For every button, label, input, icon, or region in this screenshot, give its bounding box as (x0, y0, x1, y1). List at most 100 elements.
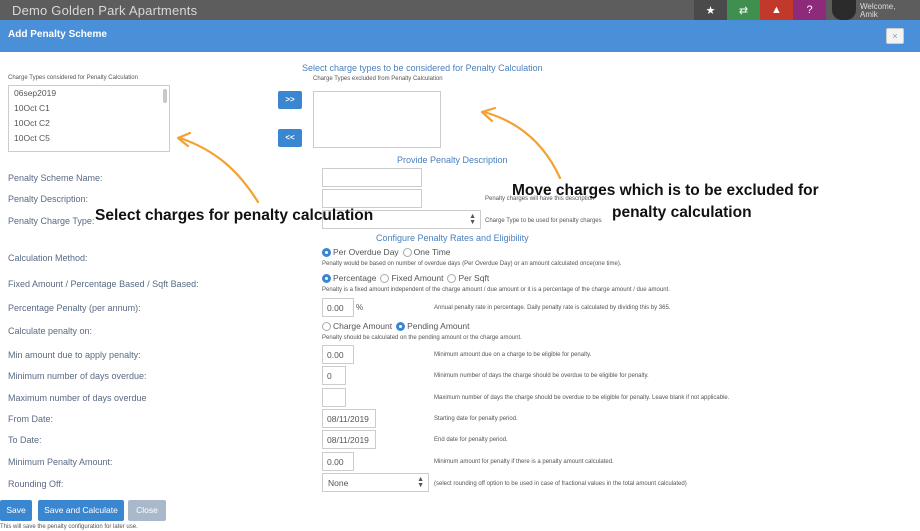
favorites-button[interactable]: ★ (694, 0, 727, 20)
considered-charges-list[interactable]: 06sep2019 10Oct C1 10Oct C2 10Oct C5 (8, 85, 170, 152)
radio-label: Fixed Amount (391, 273, 444, 283)
calc-on-help: Penalty should be calculated on the pend… (322, 335, 522, 341)
rounding-selected-value: None (328, 478, 349, 488)
save-and-calculate-button[interactable]: Save and Calculate (38, 500, 124, 521)
radio-label: Charge Amount (333, 321, 393, 331)
list-item[interactable]: 10Oct C1 (9, 101, 169, 116)
radio-pending-amount[interactable]: Pending Amount (396, 321, 469, 331)
charge-type-label: Penalty Charge Type: (8, 216, 95, 226)
percentage-penalty-label: Percentage Penalty (per annum): (8, 303, 141, 313)
from-date-input[interactable]: 08/11/2019 (322, 409, 376, 428)
charge-section-heading: Select charge types to be considered for… (302, 63, 543, 73)
radio-label: Percentage (333, 273, 377, 283)
right-arrowhead (480, 106, 497, 123)
select-arrows-icon: ▲ ▼ (469, 213, 476, 226)
close-button[interactable]: Close (128, 500, 166, 521)
radio-fixed-amount[interactable]: Fixed Amount (380, 273, 443, 283)
top-app-bar: Demo Golden Park Apartments ★ ⇄ ▲ ? Welc… (0, 0, 920, 20)
save-button[interactable]: Save (0, 500, 32, 521)
left-arrowhead (176, 131, 192, 148)
min-amount-label: Min amount due to apply penalty: (8, 350, 141, 360)
right-annotation-arrow (482, 110, 562, 180)
radio-one-time[interactable]: One Time (402, 247, 451, 257)
star-icon: ★ (705, 4, 716, 17)
percentage-penalty-input[interactable]: 0.00 (322, 298, 354, 317)
excluded-charges-list[interactable] (313, 91, 441, 148)
max-days-input[interactable] (322, 388, 346, 407)
min-amount-input[interactable]: 0.00 (322, 345, 354, 364)
radio-unchecked-icon (447, 273, 457, 283)
help-icon: ? (806, 4, 813, 16)
rounding-help: (select rounding off option to be used i… (434, 481, 687, 487)
rounding-label: Rounding Off: (8, 479, 64, 489)
to-date-label: To Date: (8, 435, 42, 445)
to-date-input[interactable]: 08/11/2019 (322, 430, 376, 449)
to-date-help: End date for penalty period. (434, 437, 508, 443)
radio-label: One Time (413, 247, 451, 257)
switch-button[interactable]: ⇄ (727, 0, 760, 20)
footer-note: This will save the penalty configuration… (0, 524, 138, 530)
app-title: Demo Golden Park Apartments (12, 3, 198, 18)
calc-on-label: Calculate penalty on: (8, 326, 93, 336)
excluded-list-label: Charge Types excluded from Penalty Calcu… (313, 76, 443, 82)
list-item[interactable]: 10Oct C2 (9, 116, 169, 131)
notifications-button[interactable]: ▲ (760, 0, 793, 20)
max-days-label: Maximum number of days overdue (8, 393, 147, 403)
radio-percentage[interactable]: Percentage (322, 273, 376, 283)
list-scrollbar[interactable] (163, 89, 167, 103)
from-date-label: From Date: (8, 414, 54, 424)
list-item[interactable]: 06sep2019 (9, 86, 169, 101)
shuffle-icon: ⇄ (738, 4, 749, 17)
calc-on-radio-group: Charge Amount Pending Amount (322, 321, 473, 331)
fixed-based-label: Fixed Amount / Percentage Based / Sqft B… (8, 279, 199, 289)
radio-unchecked-icon (380, 273, 390, 283)
description-section-heading: Provide Penalty Description (397, 155, 508, 165)
percentage-penalty-help: Annual penalty rate in percentage. Daily… (434, 305, 671, 311)
fixed-based-help: Penalty is a fixed amount independent of… (322, 287, 670, 293)
description-input[interactable] (322, 189, 422, 208)
welcome-text[interactable]: Welcome, Amik (860, 3, 895, 19)
min-penalty-label: Minimum Penalty Amount: (8, 457, 113, 467)
min-amount-help: Minimum amount due on a charge to be eli… (434, 352, 592, 358)
radio-unchecked-icon (322, 321, 331, 331)
radio-checked-icon (322, 273, 331, 283)
modal-header: Add Penalty Scheme (0, 20, 920, 52)
left-annotation-arrow (178, 136, 260, 204)
help-button[interactable]: ? (793, 0, 826, 20)
move-to-considered-button[interactable]: << (278, 129, 302, 147)
min-days-label: Minimum number of days overdue: (8, 371, 147, 381)
annotation-select-charges: Select charges for penalty calculation (95, 207, 374, 224)
radio-label: Per Sqft (458, 273, 490, 283)
radio-label: Per Overdue Day (333, 247, 399, 257)
scheme-name-label: Penalty Scheme Name: (8, 173, 103, 183)
scheme-name-input[interactable] (322, 168, 422, 187)
modal-close-button[interactable]: × (886, 28, 904, 44)
max-days-help: Maximum number of days the charge should… (434, 395, 730, 401)
radio-per-sqft[interactable]: Per Sqft (447, 273, 489, 283)
radio-charge-amount[interactable]: Charge Amount (322, 321, 392, 331)
radio-label: Pending Amount (407, 321, 470, 331)
select-arrows-icon: ▲ ▼ (417, 476, 424, 489)
annotation-move-charges-line1: Move charges which is to be excluded for (512, 182, 819, 199)
min-days-input[interactable]: 0 (322, 366, 346, 385)
from-date-help: Starting date for penalty period. (434, 416, 518, 422)
considered-list-label: Charge Types considered for Penalty Calc… (8, 75, 138, 81)
radio-checked-icon (322, 247, 331, 257)
move-to-excluded-button[interactable]: >> (278, 91, 302, 109)
charge-type-help: Charge Type to be used for penalty charg… (485, 218, 602, 224)
modal-title: Add Penalty Scheme (8, 29, 107, 40)
radio-checked-icon (396, 321, 406, 331)
calc-method-label: Calculation Method: (8, 253, 88, 263)
calc-method-help: Penalty would be based on number of over… (322, 261, 622, 267)
list-item[interactable]: 10Oct C5 (9, 131, 169, 146)
calc-method-radio-group: Per Overdue Day One Time (322, 247, 455, 257)
avatar[interactable] (832, 0, 856, 20)
radio-per-overdue-day[interactable]: Per Overdue Day (322, 247, 399, 257)
percent-unit: % (356, 303, 364, 312)
rates-section-heading: Configure Penalty Rates and Eligibility (376, 233, 529, 243)
rounding-select[interactable]: None ▲ ▼ (322, 473, 429, 492)
description-label: Penalty Description: (8, 194, 89, 204)
min-penalty-input[interactable]: 0.00 (322, 452, 354, 471)
user-name: Amik (860, 10, 878, 19)
fixed-based-radio-group: Percentage Fixed Amount Per Sqft (322, 273, 493, 283)
